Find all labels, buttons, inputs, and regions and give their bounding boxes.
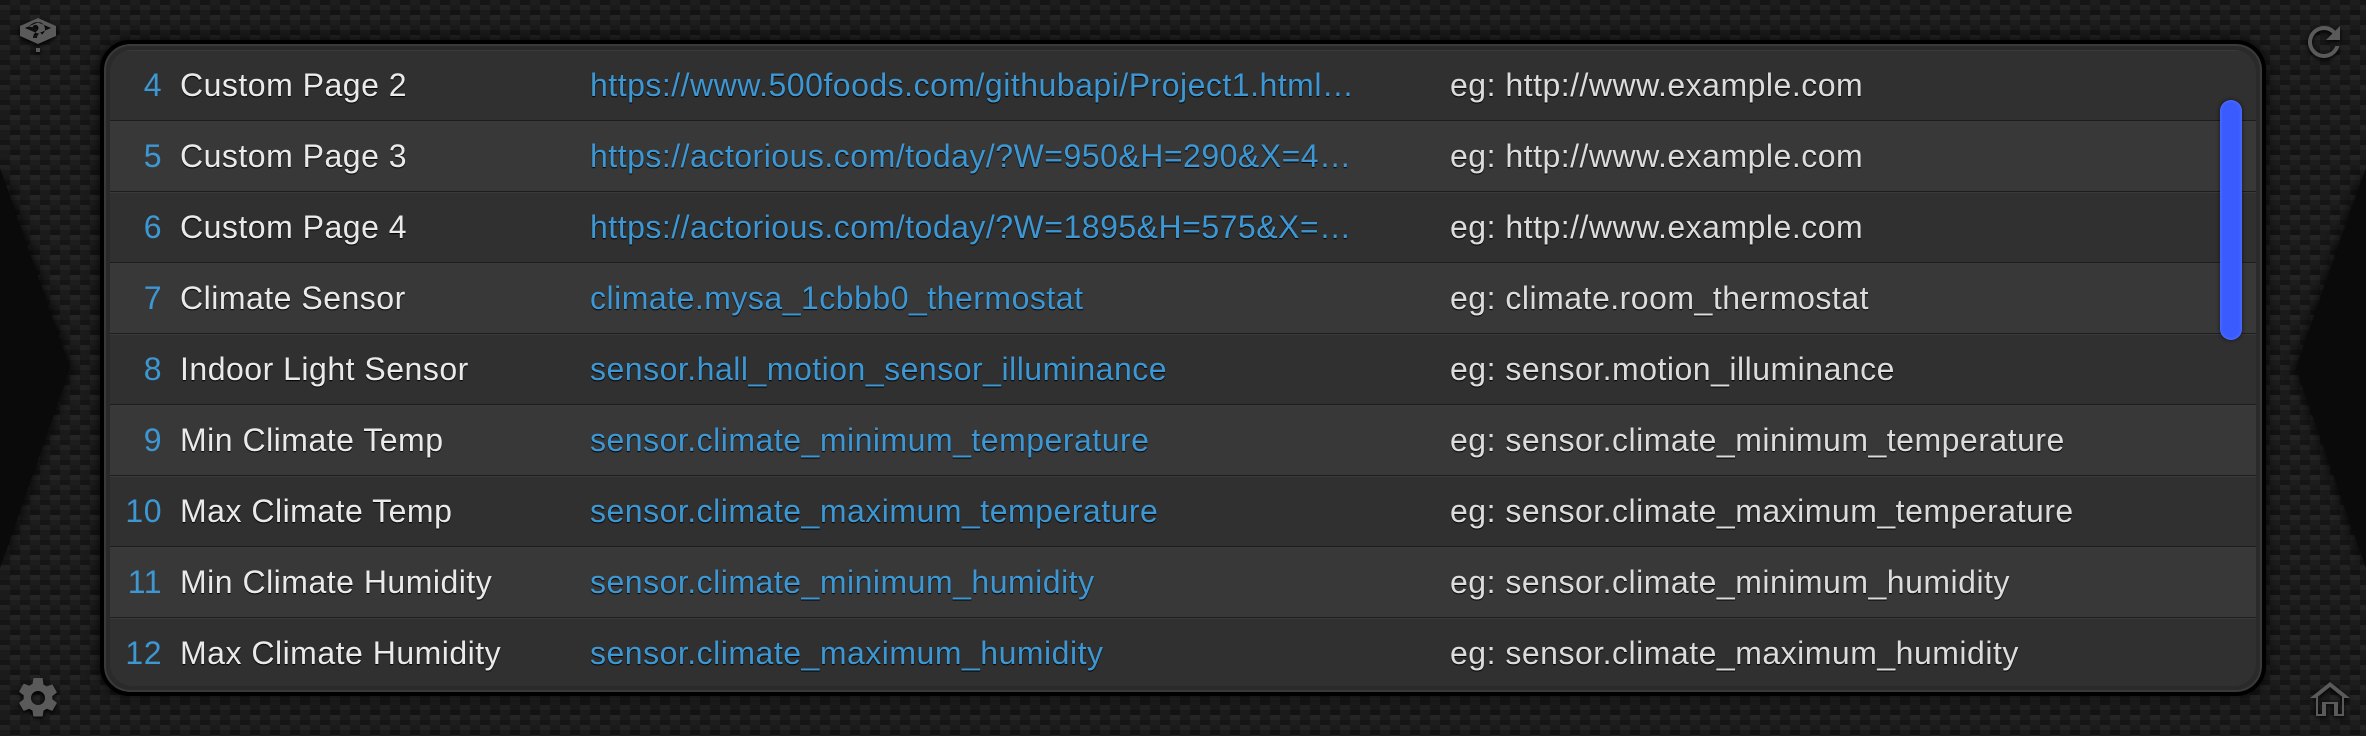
- row-example: eg: sensor.climate_minimum_temperature: [1450, 422, 2196, 459]
- row-example: eg: climate.room_thermostat: [1450, 280, 2196, 317]
- row-index: 8: [110, 351, 180, 388]
- row-value[interactable]: https://www.500foods.com/githubapi/Proje…: [590, 67, 1450, 104]
- row-label: Custom Page 4: [180, 209, 590, 246]
- refresh-icon[interactable]: [2296, 14, 2352, 70]
- settings-rows: 4 Custom Page 2 https://www.500foods.com…: [110, 50, 2256, 686]
- settings-scroll-area[interactable]: 4 Custom Page 2 https://www.500foods.com…: [110, 50, 2256, 686]
- row-value[interactable]: sensor.climate_maximum_humidity: [590, 635, 1450, 672]
- right-edge-decoration: [2296, 168, 2366, 568]
- row-index: 4: [110, 67, 180, 104]
- row-example: eg: sensor.climate_maximum_humidity: [1450, 635, 2196, 672]
- row-value[interactable]: climate.mysa_1cbbb0_thermostat: [590, 280, 1450, 317]
- settings-row[interactable]: 5 Custom Page 3 https://actorious.com/to…: [110, 121, 2256, 192]
- settings-row[interactable]: 4 Custom Page 2 https://www.500foods.com…: [110, 50, 2256, 121]
- row-value[interactable]: sensor.climate_minimum_temperature: [590, 422, 1450, 459]
- row-label: Custom Page 3: [180, 138, 590, 175]
- row-example: eg: http://www.example.com: [1450, 67, 2196, 104]
- row-index: 9: [110, 422, 180, 459]
- row-value[interactable]: https://actorious.com/today/?W=1895&H=57…: [590, 209, 1450, 246]
- settings-row[interactable]: 10 Max Climate Temp sensor.climate_maxim…: [110, 476, 2256, 547]
- row-example: eg: http://www.example.com: [1450, 209, 2196, 246]
- help-icon[interactable]: [10, 10, 66, 66]
- row-index: 7: [110, 280, 180, 317]
- settings-row[interactable]: 11 Min Climate Humidity sensor.climate_m…: [110, 547, 2256, 618]
- row-example: eg: sensor.motion_illuminance: [1450, 351, 2196, 388]
- row-value[interactable]: sensor.hall_motion_sensor_illuminance: [590, 351, 1450, 388]
- row-label: Custom Page 2: [180, 67, 590, 104]
- scrollbar-track[interactable]: [2220, 60, 2242, 676]
- row-index: 11: [110, 564, 180, 601]
- row-value[interactable]: https://actorious.com/today/?W=950&H=290…: [590, 138, 1450, 175]
- gear-icon[interactable]: [10, 670, 66, 726]
- row-label: Max Climate Temp: [180, 493, 590, 530]
- settings-row[interactable]: 7 Climate Sensor climate.mysa_1cbbb0_the…: [110, 263, 2256, 334]
- row-label: Indoor Light Sensor: [180, 351, 590, 388]
- scrollbar-thumb[interactable]: [2220, 100, 2242, 340]
- row-example: eg: sensor.climate_maximum_temperature: [1450, 493, 2196, 530]
- settings-row[interactable]: 9 Min Climate Temp sensor.climate_minimu…: [110, 405, 2256, 476]
- row-label: Min Climate Humidity: [180, 564, 590, 601]
- row-label: Min Climate Temp: [180, 422, 590, 459]
- settings-panel: 4 Custom Page 2 https://www.500foods.com…: [100, 40, 2266, 696]
- row-index: 12: [110, 635, 180, 672]
- row-example: eg: sensor.climate_minimum_humidity: [1450, 564, 2196, 601]
- row-index: 6: [110, 209, 180, 246]
- row-example: eg: http://www.example.com: [1450, 138, 2196, 175]
- row-label: Climate Sensor: [180, 280, 590, 317]
- row-index: 5: [110, 138, 180, 175]
- left-edge-decoration: [0, 168, 70, 568]
- row-index: 10: [110, 493, 180, 530]
- row-label: Max Climate Humidity: [180, 635, 590, 672]
- settings-row[interactable]: 8 Indoor Light Sensor sensor.hall_motion…: [110, 334, 2256, 405]
- settings-row[interactable]: 12 Max Climate Humidity sensor.climate_m…: [110, 618, 2256, 686]
- home-icon[interactable]: [2302, 672, 2358, 728]
- row-value[interactable]: sensor.climate_maximum_temperature: [590, 493, 1450, 530]
- row-value[interactable]: sensor.climate_minimum_humidity: [590, 564, 1450, 601]
- settings-row[interactable]: 6 Custom Page 4 https://actorious.com/to…: [110, 192, 2256, 263]
